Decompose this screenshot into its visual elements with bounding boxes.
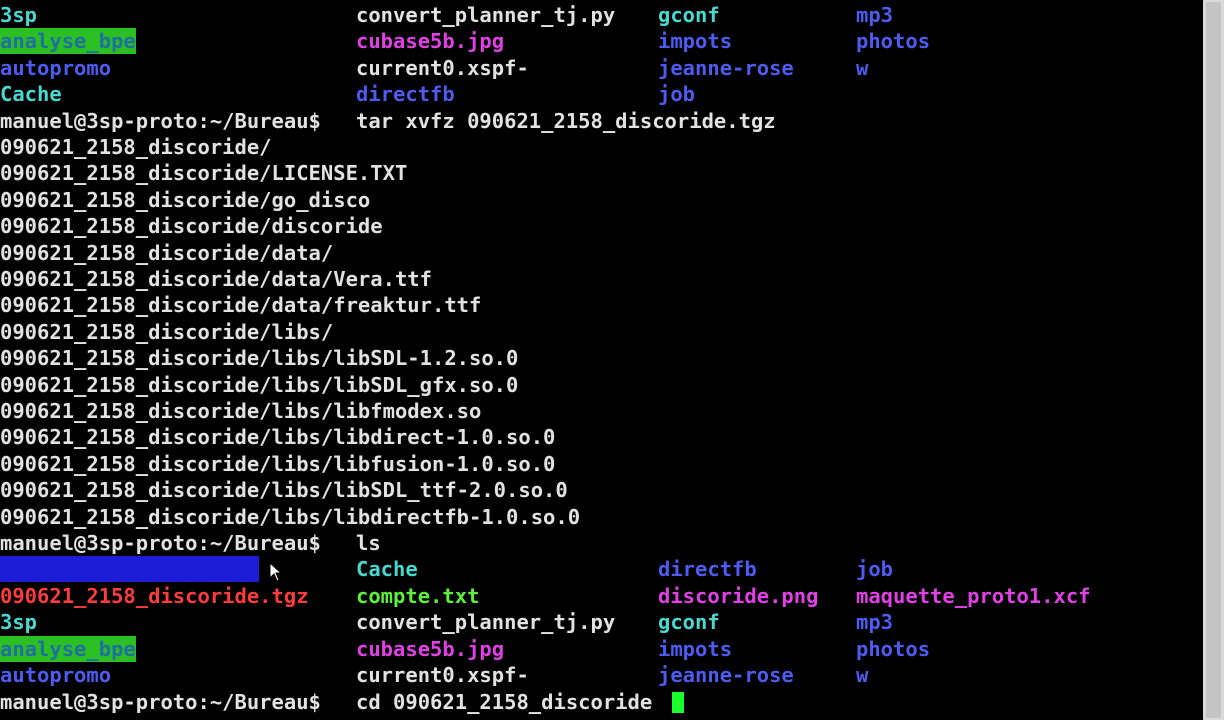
output-line: 090621_2158_discoride/LICENSE.TXT (0, 160, 1203, 186)
output-text: 090621_2158_discoride/libs/libSDL_ttf-2.… (0, 478, 568, 502)
command-line: manuel@3sp-proto:~/Bureau$ tar xvfz 0906… (0, 108, 1203, 134)
ls-row: Cache directfb job (0, 81, 1203, 107)
dir-entry: photos (856, 637, 931, 661)
shell-prompt: manuel@3sp-proto:~/Bureau$ (0, 531, 321, 555)
dir-entry: 3sp (0, 3, 38, 27)
file-entry: convert_planner_tj.py (356, 3, 616, 27)
ls-row: 090621_2158_discoride.tgz compte.txt dis… (0, 583, 1203, 609)
ls-row: 090621_2158_discoride Cache directfb job (0, 556, 1203, 582)
terminal-window[interactable]: 3sp convert_planner_tj.py gconf mp3 anal… (0, 0, 1203, 720)
output-text: 090621_2158_discoride/data/freaktur.ttf (0, 293, 482, 317)
output-line: 090621_2158_discoride/libs/libfusion-1.0… (0, 451, 1203, 477)
image-entry: maquette_proto1.xcf (856, 584, 1091, 608)
dir-entry: job (658, 82, 696, 106)
output-text: 090621_2158_discoride/libs/libdirectfb-1… (0, 505, 581, 529)
output-line: 090621_2158_discoride/libs/ (0, 319, 1203, 345)
output-line: 090621_2158_discoride/libs/libdirect-1.0… (0, 424, 1203, 450)
output-line: 090621_2158_discoride/discoride (0, 213, 1203, 239)
file-entry: convert_planner_tj.py (356, 610, 616, 634)
mouse-pointer-icon (269, 562, 283, 582)
dir-entry: impots (658, 29, 733, 53)
dir-entry: 3sp (0, 610, 38, 634)
ls-row: autopromo current0.xspf- jeanne-rose w (0, 662, 1203, 688)
dir-entry-highlighted: analyse_bpe (0, 28, 136, 54)
output-line: 090621_2158_discoride/data/ (0, 240, 1203, 266)
ls-row: autopromo current0.xspf- jeanne-rose w (0, 55, 1203, 81)
command-line: manuel@3sp-proto:~/Bureau$ ls (0, 530, 1203, 556)
dir-entry: directfb (658, 557, 757, 581)
dir-entry: gconf (658, 610, 720, 634)
output-text: 090621_2158_discoride/ (0, 135, 272, 159)
command-line-active[interactable]: manuel@3sp-proto:~/Bureau$ cd 090621_215… (0, 689, 1203, 715)
dir-entry: Cache (356, 557, 418, 581)
output-line: 090621_2158_discoride/ (0, 134, 1203, 160)
ls-row: analyse_bpe cubase5b.jpg impots photos (0, 636, 1203, 662)
output-line: 090621_2158_discoride/libs/libSDL_gfx.so… (0, 372, 1203, 398)
output-text: 090621_2158_discoride/LICENSE.TXT (0, 161, 408, 185)
output-line: 090621_2158_discoride/go_disco (0, 187, 1203, 213)
file-entry: current0.xspf- (356, 663, 529, 687)
dir-entry: photos (856, 29, 931, 53)
output-text: 090621_2158_discoride/data/ (0, 241, 334, 265)
dir-entry-highlighted: analyse_bpe (0, 636, 136, 662)
output-line: 090621_2158_discoride/data/freaktur.ttf (0, 292, 1203, 318)
output-line: 090621_2158_discoride/libs/libdirectfb-1… (0, 504, 1203, 530)
output-text: 090621_2158_discoride/libs/libSDL-1.2.so… (0, 346, 519, 370)
scrollbar-thumb[interactable] (1206, 2, 1221, 718)
shell-prompt: manuel@3sp-proto:~/Bureau$ (0, 109, 321, 133)
text-cursor (672, 692, 684, 713)
output-line: 090621_2158_discoride/data/Vera.ttf (0, 266, 1203, 292)
dir-entry: gconf (658, 3, 720, 27)
output-line: 090621_2158_discoride/libs/libSDL-1.2.so… (0, 345, 1203, 371)
dir-entry: autopromo (0, 56, 112, 80)
output-text: 090621_2158_discoride/discoride (0, 214, 383, 238)
dir-entry: jeanne-rose (658, 663, 794, 687)
ls-row: 3sp convert_planner_tj.py gconf mp3 (0, 609, 1203, 635)
dir-entry: mp3 (856, 3, 894, 27)
selected-dir-entry: 090621_2158_discoride (0, 556, 260, 582)
command-text: ls (356, 531, 381, 555)
dir-entry: Cache (0, 82, 62, 106)
output-line: 090621_2158_discoride/libs/libfmodex.so (0, 398, 1203, 424)
output-text: 090621_2158_discoride/libs/libfusion-1.0… (0, 452, 556, 476)
ls-row: 3sp convert_planner_tj.py gconf mp3 (0, 2, 1203, 28)
output-text: 090621_2158_discoride/libs/libfmodex.so (0, 399, 482, 423)
image-entry: discoride.png (658, 584, 819, 608)
output-text: 090621_2158_discoride/data/Vera.ttf (0, 267, 432, 291)
file-entry: current0.xspf- (356, 56, 529, 80)
output-line: 090621_2158_discoride/libs/libSDL_ttf-2.… (0, 477, 1203, 503)
output-text: 090621_2158_discoride/libs/ (0, 320, 334, 344)
dir-entry: autopromo (0, 663, 112, 687)
shell-prompt: manuel@3sp-proto:~/Bureau$ (0, 690, 321, 714)
output-text: 090621_2158_discoride/libs/libdirect-1.0… (0, 425, 556, 449)
archive-entry: 090621_2158_discoride.tgz (0, 584, 309, 608)
dir-entry: directfb (356, 82, 455, 106)
output-text: 090621_2158_discoride/libs/libSDL_gfx.so… (0, 373, 519, 397)
vertical-scrollbar[interactable] (1203, 0, 1224, 720)
dir-entry: w (856, 663, 869, 687)
output-text: 090621_2158_discoride/go_disco (0, 188, 371, 212)
command-input[interactable]: cd 090621_2158_discoride (356, 689, 652, 715)
command-text: tar xvfz 090621_2158_discoride.tgz (356, 109, 776, 133)
executable-entry: compte.txt (356, 584, 480, 608)
dir-entry: job (856, 557, 894, 581)
image-entry: cubase5b.jpg (356, 637, 505, 661)
ls-row: analyse_bpe cubase5b.jpg impots photos (0, 28, 1203, 54)
dir-entry: mp3 (856, 610, 894, 634)
dir-entry: w (856, 56, 869, 80)
dir-entry: impots (658, 637, 733, 661)
image-entry: cubase5b.jpg (356, 29, 505, 53)
dir-entry: jeanne-rose (658, 56, 794, 80)
